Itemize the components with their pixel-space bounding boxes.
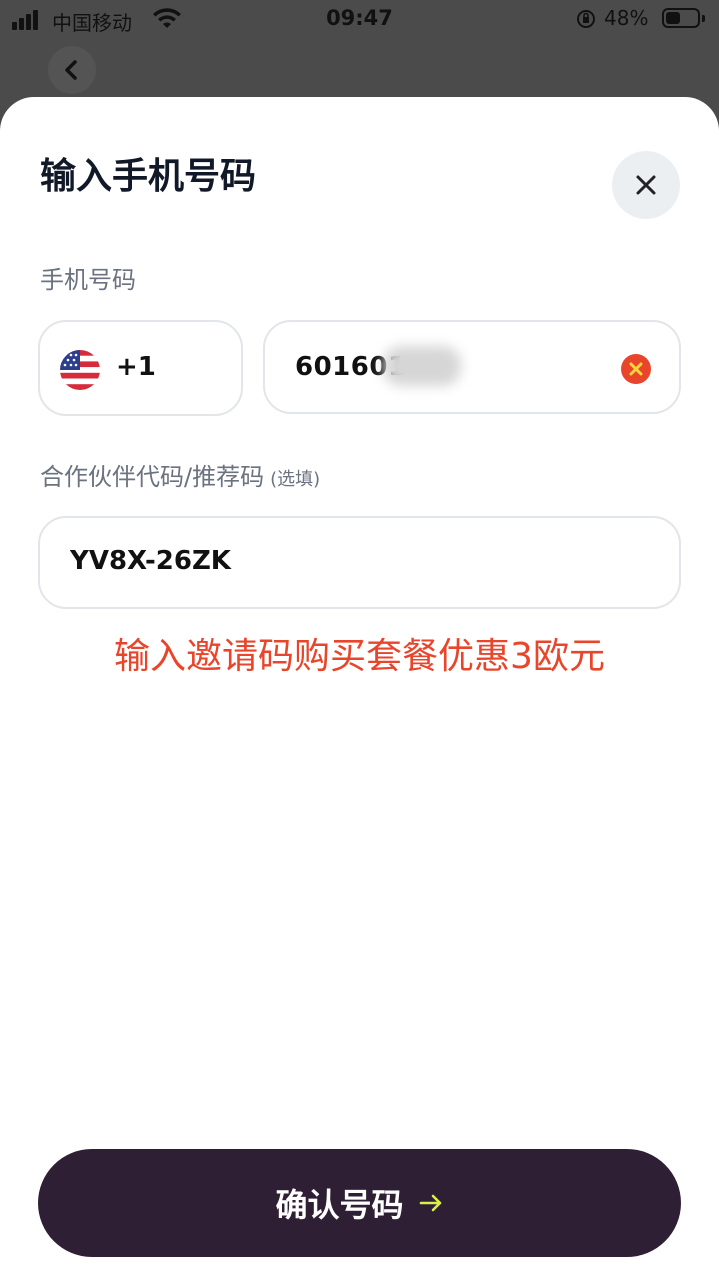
battery-icon — [662, 8, 700, 28]
country-code-selector[interactable]: +1 — [38, 320, 243, 416]
invite-label-text: 合作伙伴代码/推荐码 — [40, 463, 265, 491]
battery-percent: 48% — [604, 6, 649, 30]
chevron-left-icon — [65, 60, 77, 80]
phone-input-sheet: 输入手机号码 手机号码 +1 601601 合作伙伴代码/推荐码 (选填) YV… — [0, 97, 719, 1280]
arrow-right-icon — [419, 1194, 441, 1212]
redacted-digits — [383, 346, 461, 386]
clear-input-icon[interactable] — [621, 354, 651, 384]
rotation-lock-icon — [577, 10, 595, 28]
status-bar: 中国移动 09:47 48% — [0, 0, 719, 40]
battery-cap — [702, 15, 705, 22]
invite-label: 合作伙伴代码/推荐码 (选填) — [40, 457, 320, 492]
sheet-title: 输入手机号码 — [40, 156, 257, 197]
phone-label: 手机号码 — [40, 266, 136, 294]
invite-code-input[interactable]: YV8X-26ZK — [38, 516, 681, 609]
battery-level — [666, 12, 680, 24]
confirm-number-button[interactable]: 确认号码 — [38, 1149, 681, 1257]
country-code: +1 — [116, 352, 156, 382]
optional-hint: (选填) — [270, 469, 321, 490]
confirm-label: 确认号码 — [275, 1186, 404, 1224]
back-button[interactable] — [48, 46, 96, 94]
promo-text: 输入邀请码购买套餐优惠3欧元 — [114, 636, 605, 677]
invite-code-value: YV8X-26ZK — [70, 546, 231, 576]
close-button[interactable] — [612, 151, 680, 219]
phone-number-input[interactable]: 601601 — [263, 320, 681, 414]
close-icon — [636, 175, 656, 195]
us-flag-icon — [60, 350, 100, 390]
